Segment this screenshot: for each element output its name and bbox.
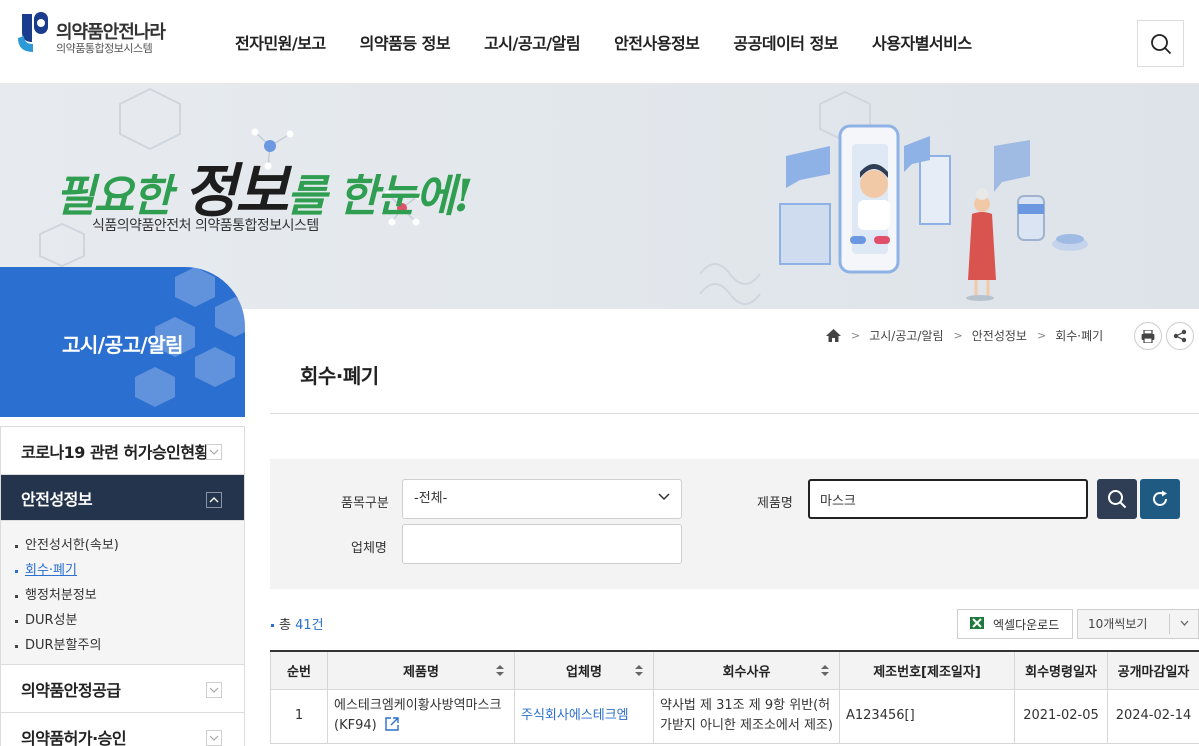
share-button[interactable] [1166,322,1194,350]
excel-download-label: 엑셀다운로드 [993,617,1060,632]
sidebar-item-approval[interactable]: 의약품허가·승인 [1,713,244,746]
main-nav: 전자민원/보고 의약품등 정보 고시/공고/알림 안전사용정보 공공데이터 정보… [218,0,989,84]
chevron-down-icon [206,444,222,460]
side-menu: 코로나19 관련 허가승인현황 안전성정보 안전성서한(속보) 회수·폐기 행정… [0,426,245,746]
category-select[interactable]: -전체- [402,479,682,519]
chevron-up-icon [206,492,222,508]
section-header: 고시/공고/알림 [0,267,245,417]
page: 의약품안전나라 의약품통합정보시스템 전자민원/보고 의약품등 정보 고시/공고… [0,0,1199,746]
chevron-right-icon: > [1036,328,1047,342]
page-title: 회수·폐기 [300,364,379,388]
sidebar-item-label: 코로나19 관련 허가승인현황 [21,442,209,462]
header-search-button[interactable] [1137,20,1184,67]
sidebar-item-label: 의약품허가·승인 [21,728,127,746]
reset-button[interactable] [1140,479,1180,519]
external-link-icon[interactable] [385,717,399,731]
breadcrumb-item[interactable]: 안전성정보 [972,327,1027,344]
sidebar-item-safety-info[interactable]: 안전성정보 [1,475,244,521]
share-icon [1173,329,1187,343]
site-header: 의약품안전나라 의약품통합정보시스템 전자민원/보고 의약품등 정보 고시/공고… [0,0,1199,84]
search-icon [1150,33,1171,54]
sort-icon [821,665,829,676]
banner-subtitle: 식품의약품안전처 의약품통합정보시스템 [92,218,319,234]
sidebar-item-label: 안전성정보 [21,489,93,509]
sidebar-item-covid19[interactable]: 코로나19 관련 허가승인현황 [1,427,244,475]
recall-table: 순번 제품명 업체명 회수사유 제조번호[제조일자] 회수명령일자 공개마감일자… [270,650,1199,744]
table-row[interactable]: 1 에스테크엠케이황사방역마스크(KF94) 주식회사에스테크엠 약사법 제 3… [270,688,1199,744]
chevron-down-icon [658,493,670,501]
cell-no: 1 [270,688,328,744]
column-header-reason[interactable]: 회수사유 [653,651,840,690]
excel-icon [970,616,984,632]
breadcrumb-item-current: 회수·폐기 [1055,328,1104,343]
cell-reason: 약사법 제 31조 제 9항 위반(허가받지 아니한 제조소에서 제조) [653,688,840,744]
chevron-right-icon: > [851,328,861,342]
nav-item-public-data[interactable]: 공공데이터 정보 [716,30,855,54]
search-icon [1108,490,1127,509]
company-name-label: 업체명 [351,541,387,556]
column-header-no: 순번 [270,651,328,690]
sidebar-item-label: 의약품안정공급 [21,680,121,700]
nav-item-notice[interactable]: 고시/공고/알림 [467,30,597,54]
submenu-item-recall[interactable]: 회수·폐기 [13,558,244,583]
rows-per-page-value: 10개씩보기 [1088,617,1148,631]
breadcrumb: > 고시/공고/알림 > 안전성정보 > 회수·폐기 [826,324,1103,346]
logo-mark-icon [18,12,48,52]
column-header-lot: 제조번호[제조일자] [839,651,1015,690]
column-header-close-date: 공개마감일자 [1107,651,1199,690]
logo-subtitle: 의약품통합정보시스템 [56,42,153,55]
select-divider [1169,614,1170,634]
chevron-right-icon: > [953,328,963,342]
submenu-item-dur-ingredient[interactable]: DUR성분 [13,608,244,633]
cell-close-date: 2024-02-14 [1107,688,1199,744]
excel-download-button[interactable]: 엑셀다운로드 [957,609,1073,639]
submenu-item-admin-action[interactable]: 행정처분정보 [13,583,244,608]
chevron-down-icon [206,730,222,746]
submenu-item-dur-split[interactable]: DUR분할주의 [13,633,244,658]
nav-item-user-service[interactable]: 사용자별서비스 [855,30,989,54]
rows-per-page-select[interactable]: 10개씩보기 [1077,609,1199,639]
result-count: 총 41건 [271,614,324,633]
breadcrumb-item[interactable]: 고시/공고/알림 [869,327,943,344]
sidebar-item-stable-supply[interactable]: 의약품안정공급 [1,665,244,713]
column-header-product[interactable]: 제품명 [327,651,515,690]
cell-product[interactable]: 에스테크엠케이황사방역마스크(KF94) [327,688,515,744]
sort-icon [496,665,504,676]
print-icon [1141,329,1155,343]
column-header-company[interactable]: 업체명 [514,651,654,690]
nav-item-safe-use[interactable]: 안전사용정보 [597,30,716,54]
sidebar-submenu: 안전성서한(속보) 회수·폐기 행정처분정보 DUR성분 DUR분할주의 [1,521,244,665]
nav-item-drug-info[interactable]: 의약품등 정보 [343,30,467,54]
site-logo[interactable]: 의약품안전나라 의약품통합정보시스템 [14,8,194,58]
cell-company[interactable]: 주식회사에스테크엠 [514,688,654,744]
category-label: 품목구분 [341,496,389,511]
product-name-label: 제품명 [757,496,793,511]
sort-icon [635,665,643,676]
column-header-order-date: 회수명령일자 [1014,651,1108,690]
company-name-input[interactable] [402,524,682,564]
table-header-row: 순번 제품명 업체명 회수사유 제조번호[제조일자] 회수명령일자 공개마감일자 [270,651,1199,690]
category-select-value: -전체- [414,491,448,506]
search-submit-button[interactable] [1097,479,1137,519]
result-count-value: 41건 [295,618,324,633]
nav-item-e-complaint[interactable]: 전자민원/보고 [218,30,343,54]
submenu-item-safety-letter[interactable]: 안전성서한(속보) [13,533,244,558]
title-divider [270,413,1199,414]
refresh-icon [1153,490,1167,506]
cell-lot: A123456[] [839,688,1015,744]
cell-order-date: 2021-02-05 [1014,688,1108,744]
home-icon[interactable] [826,328,841,342]
print-button[interactable] [1134,322,1162,350]
chevron-down-icon [1180,620,1189,626]
product-name-input[interactable] [808,479,1088,519]
chevron-down-icon [206,682,222,698]
section-title: 고시/공고/알림 [61,333,184,357]
